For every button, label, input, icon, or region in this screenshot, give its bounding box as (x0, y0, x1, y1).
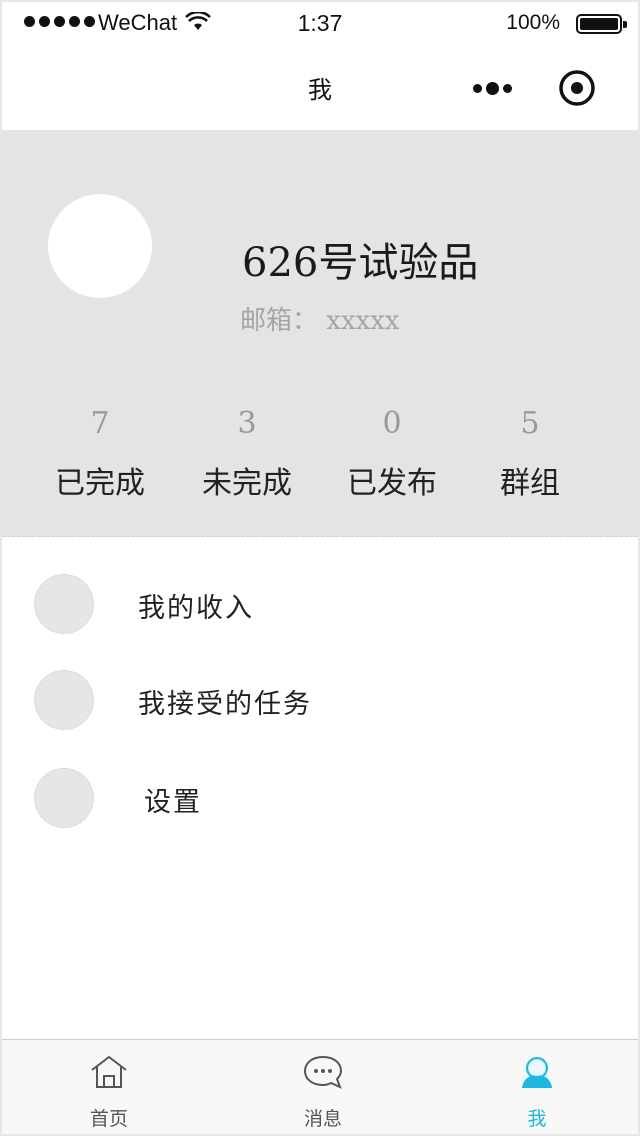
tab-home[interactable]: 首页 (2, 1040, 216, 1134)
battery-percent: 100% (506, 11, 560, 34)
menu-item-settings[interactable]: 设置 (2, 758, 638, 838)
user-name: 626号试验品 (242, 240, 479, 286)
phone-screen: WeChat 1:37 100% 我 626号试验品 邮箱： xxxxx 7 已… (0, 0, 640, 1136)
tab-label: 我 (527, 1108, 547, 1130)
stat-published[interactable]: 0 已发布 (322, 406, 462, 502)
stat-label: 群组 (500, 466, 560, 501)
stat-completed[interactable]: 7 已完成 (30, 406, 170, 502)
stat-label: 已发布 (347, 466, 437, 501)
stat-label: 未完成 (202, 466, 292, 501)
tab-label: 消息 (303, 1108, 342, 1130)
tab-bar: 首页 消息 我 (2, 1039, 638, 1134)
home-icon (91, 1056, 127, 1088)
menu-item-label: 设置 (144, 787, 202, 818)
settings-icon (34, 768, 94, 828)
tasks-icon (34, 670, 94, 730)
profile-header: 626号试验品 邮箱： xxxxx 7 已完成 3 未完成 0 已发布 5 群组 (2, 130, 638, 537)
close-miniprogram-button[interactable] (557, 68, 597, 108)
page-title: 我 (308, 76, 332, 104)
profile-icon (521, 1057, 553, 1088)
email-label: 邮箱： (240, 306, 319, 336)
message-icon (303, 1055, 343, 1089)
menu-item-label: 我接受的任务 (138, 689, 312, 720)
stat-incomplete[interactable]: 3 未完成 (177, 406, 317, 502)
tab-profile[interactable]: 我 (430, 1040, 644, 1134)
income-icon (34, 574, 94, 634)
stat-value: 0 (382, 406, 402, 441)
stat-value: 7 (90, 406, 110, 441)
stat-label: 已完成 (55, 466, 145, 501)
more-dot-icon (485, 81, 499, 95)
more-dot-icon (502, 83, 512, 93)
tab-messages[interactable]: 消息 (216, 1040, 430, 1134)
menu-item-accepted-tasks[interactable]: 我接受的任务 (2, 660, 638, 740)
menu-item-label: 我的收入 (138, 593, 254, 624)
battery-icon (576, 14, 627, 34)
stat-value: 5 (520, 406, 540, 441)
avatar[interactable] (48, 194, 152, 298)
more-options-button[interactable] (470, 76, 514, 100)
tab-label: 首页 (89, 1108, 128, 1130)
user-email: 邮箱： xxxxx (240, 300, 400, 337)
email-value: xxxxx (326, 306, 400, 336)
navigation-bar: 我 (2, 46, 638, 131)
stat-value: 3 (237, 406, 257, 441)
more-dot-icon (472, 83, 482, 93)
stat-groups[interactable]: 5 群组 (460, 406, 600, 502)
menu-item-income[interactable]: 我的收入 (2, 564, 638, 644)
status-bar: WeChat 1:37 100% (2, 2, 638, 46)
